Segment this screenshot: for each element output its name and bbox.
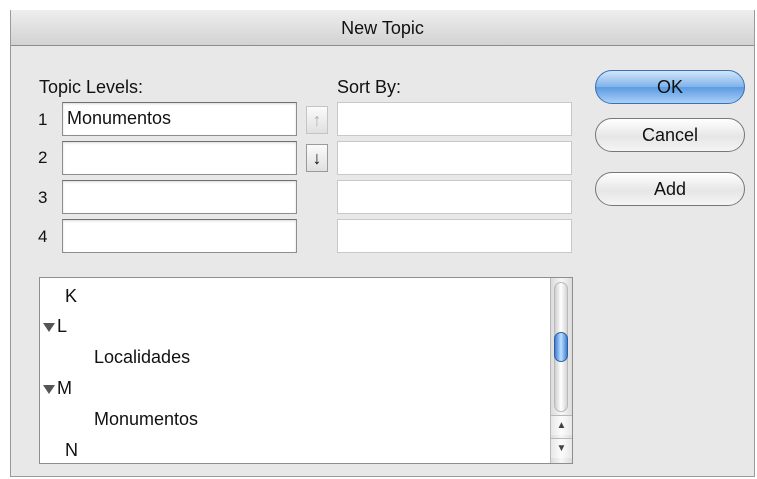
sort-by-4-field[interactable] xyxy=(337,219,572,253)
level-number-4: 4 xyxy=(38,227,48,246)
disclosure-triangle-icon[interactable] xyxy=(43,384,55,394)
arrow-up-icon: ↑ xyxy=(312,110,322,130)
list-item[interactable]: Localidades xyxy=(94,342,190,372)
list-item-label: M xyxy=(57,378,72,398)
scroll-up-arrow-icon[interactable]: ▲ xyxy=(551,415,572,435)
scroll-thumb[interactable] xyxy=(554,332,568,362)
topic-level-1-field[interactable]: Monumentos xyxy=(62,102,297,136)
list-item[interactable]: Monumentos xyxy=(94,404,198,434)
add-button[interactable]: Add xyxy=(595,172,745,206)
topic-level-3-field[interactable] xyxy=(62,180,297,214)
list-item-label: Localidades xyxy=(94,347,191,367)
disclosure-triangle-icon[interactable] xyxy=(43,322,55,332)
topic-list[interactable]: K L Localidades M Monumentos N ▲ ▼ xyxy=(39,277,573,464)
dialog-title: New Topic xyxy=(11,10,754,46)
sort-by-1-field[interactable] xyxy=(337,102,572,136)
level-number-3: 3 xyxy=(38,188,48,207)
sort-by-2-field[interactable] xyxy=(337,141,572,175)
list-item-label: L xyxy=(57,316,68,336)
move-up-button[interactable]: ↑ xyxy=(306,106,328,134)
sort-by-3-field[interactable] xyxy=(337,180,572,214)
arrow-down-icon: ↓ xyxy=(312,148,322,168)
sort-by-label: Sort By: xyxy=(337,77,402,97)
topic-level-4-field[interactable] xyxy=(62,219,297,253)
list-item[interactable]: N xyxy=(65,435,78,463)
scroll-down-arrow-icon[interactable]: ▼ xyxy=(551,438,572,458)
level-number-2: 2 xyxy=(38,148,48,167)
topic-levels-label: Topic Levels: xyxy=(39,77,144,97)
list-item-label: N xyxy=(65,440,78,460)
list-item-label: K xyxy=(65,286,78,306)
topic-level-2-field[interactable] xyxy=(62,141,297,175)
list-item[interactable]: M xyxy=(43,373,72,403)
level-number-1: 1 xyxy=(38,110,48,129)
list-item[interactable]: L xyxy=(43,311,67,341)
cancel-button[interactable]: Cancel xyxy=(595,118,745,152)
list-item[interactable]: K xyxy=(65,281,77,311)
new-topic-dialog: New Topic Topic Levels: Sort By: 1 2 3 4… xyxy=(10,10,755,477)
ok-button[interactable]: OK xyxy=(595,70,745,104)
list-item-label: Monumentos xyxy=(94,409,199,429)
move-down-button[interactable]: ↓ xyxy=(306,144,328,172)
list-scrollbar[interactable]: ▲ ▼ xyxy=(550,278,572,463)
